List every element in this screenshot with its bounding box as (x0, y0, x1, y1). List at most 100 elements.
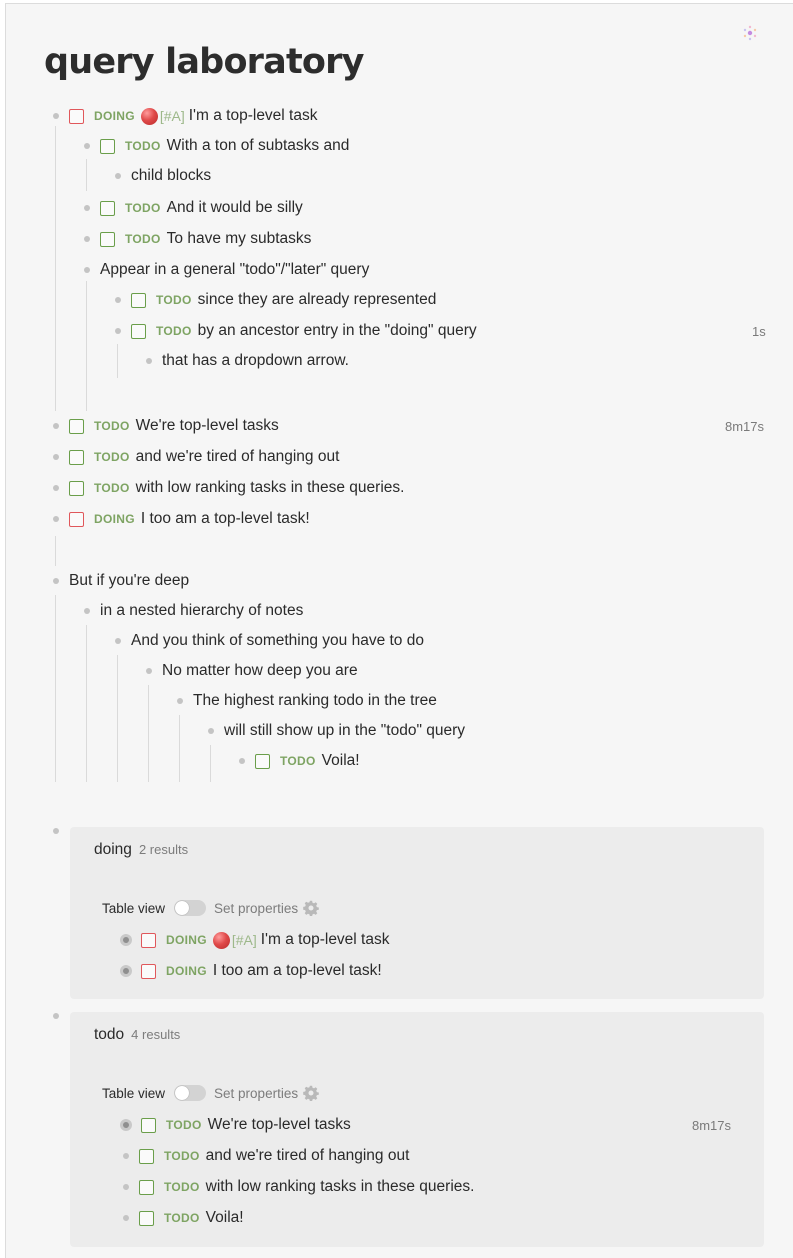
block-bullet[interactable] (115, 297, 121, 303)
block-text[interactable]: The highest ranking todo in the tree (193, 692, 437, 710)
block-bullet[interactable] (53, 423, 59, 429)
todo-marker[interactable]: TODO (94, 481, 130, 495)
block-bullet[interactable] (53, 578, 59, 584)
query-result-item[interactable]: DOING I too am a top-level task! (120, 960, 382, 982)
block-bullet[interactable] (123, 1153, 129, 1159)
block-todo[interactable]: TODO since they are already represented (115, 289, 436, 311)
time-tracking[interactable]: 1s (752, 324, 766, 339)
todo-marker[interactable]: TODO (156, 293, 192, 307)
block[interactable]: in a nested hierarchy of notes (84, 600, 303, 622)
time-tracking[interactable]: 8m17s (692, 1118, 731, 1133)
doing-marker[interactable]: DOING (166, 933, 207, 947)
block-todo[interactable]: TODO and we're tired of hanging out (53, 446, 339, 468)
set-properties-button[interactable]: Set properties (214, 901, 298, 916)
block-text[interactable]: I'm a top-level task (261, 931, 390, 949)
query-result-item[interactable]: TODO with low ranking tasks in these que… (123, 1176, 474, 1198)
gear-icon[interactable] (303, 1085, 319, 1101)
block-bullet[interactable] (53, 516, 59, 522)
block-text[interactable]: and we're tired of hanging out (206, 1147, 410, 1165)
block-todo[interactable]: TODO With a ton of subtasks and (84, 135, 349, 157)
todo-marker[interactable]: TODO (164, 1180, 200, 1194)
query-result-item[interactable]: TODO We're top-level tasks (120, 1114, 351, 1136)
query-result-item[interactable]: TODO and we're tired of hanging out (123, 1145, 409, 1167)
todo-marker[interactable]: TODO (280, 754, 316, 768)
todo-checkbox[interactable] (139, 1148, 154, 1164)
sync-indicator-icon[interactable] (742, 25, 758, 41)
query-title[interactable]: doing 2 results (94, 841, 188, 859)
block-todo[interactable]: TODO We're top-level tasks (53, 415, 279, 437)
query-title-text[interactable]: doing (94, 841, 132, 858)
block-todo[interactable]: TODO To have my subtasks (84, 228, 311, 250)
collapsed-bullet[interactable] (120, 934, 132, 946)
todo-marker[interactable]: TODO (125, 232, 161, 246)
query-result-item[interactable]: DOING [#A] I'm a top-level task (120, 929, 389, 951)
block-todo[interactable]: TODO by an ancestor entry in the "doing"… (115, 320, 477, 342)
table-view-toggle[interactable] (174, 1085, 207, 1101)
block-doing[interactable]: DOING I too am a top-level task! (53, 508, 310, 530)
block-bullet[interactable] (146, 668, 152, 674)
block-todo[interactable]: TODO Voila! (239, 750, 360, 772)
block-text[interactable]: Voila! (206, 1209, 244, 1227)
block-text[interactable]: I too am a top-level task! (213, 962, 382, 980)
todo-checkbox[interactable] (100, 138, 115, 154)
block-bullet[interactable] (123, 1215, 129, 1221)
query-title-text[interactable]: todo (94, 1026, 124, 1043)
block-bullet[interactable] (115, 638, 121, 644)
doing-checkbox[interactable] (141, 932, 156, 948)
block-text[interactable]: that has a dropdown arrow. (162, 352, 349, 370)
block-text[interactable]: child blocks (131, 167, 211, 185)
block-text[interactable]: since they are already represented (198, 291, 437, 309)
set-properties-button[interactable]: Set properties (214, 1086, 298, 1101)
priority-tag[interactable]: [#A] (160, 108, 185, 124)
block-bullet[interactable] (115, 328, 121, 334)
block-text[interactable]: and we're tired of hanging out (136, 448, 340, 466)
todo-marker[interactable]: TODO (125, 139, 161, 153)
todo-checkbox[interactable] (139, 1179, 154, 1195)
block[interactable]: And you think of something you have to d… (115, 630, 424, 652)
todo-checkbox[interactable] (131, 292, 146, 308)
collapsed-bullet[interactable] (120, 965, 132, 977)
block-text[interactable]: To have my subtasks (167, 230, 312, 248)
block[interactable]: No matter how deep you are (146, 660, 358, 682)
block-text[interactable]: with low ranking tasks in these queries. (136, 479, 405, 497)
block-text[interactable]: will still show up in the "todo" query (224, 722, 465, 740)
block-bullet[interactable] (146, 358, 152, 364)
block-text[interactable]: With a ton of subtasks and (167, 137, 350, 155)
table-view-toggle[interactable] (174, 900, 207, 916)
block[interactable]: that has a dropdown arrow. (146, 350, 349, 372)
doing-marker[interactable]: DOING (94, 512, 135, 526)
block[interactable]: will still show up in the "todo" query (208, 720, 465, 742)
block-bullet[interactable] (53, 485, 59, 491)
block-todo[interactable]: TODO And it would be silly (84, 197, 303, 219)
block-bullet[interactable] (239, 758, 245, 764)
todo-marker[interactable]: TODO (94, 450, 130, 464)
todo-marker[interactable]: TODO (164, 1211, 200, 1225)
doing-checkbox[interactable] (141, 963, 156, 979)
todo-marker[interactable]: TODO (166, 1118, 202, 1132)
block-text[interactable]: And it would be silly (167, 199, 303, 217)
block-doing-top-level-task[interactable]: DOING [#A] I'm a top-level task (53, 105, 317, 127)
block-todo[interactable]: TODO with low ranking tasks in these que… (53, 477, 404, 499)
query-title[interactable]: todo 4 results (94, 1026, 180, 1044)
todo-marker[interactable]: TODO (94, 419, 130, 433)
time-tracking[interactable]: 8m17s (725, 419, 764, 434)
block-text[interactable]: by an ancestor entry in the "doing" quer… (198, 322, 477, 340)
block-text[interactable]: I too am a top-level task! (141, 510, 310, 528)
block-text[interactable]: Voila! (322, 752, 360, 770)
block-text[interactable]: Appear in a general "todo"/"later" query (100, 261, 369, 279)
todo-marker[interactable]: TODO (125, 201, 161, 215)
block-text[interactable]: And you think of something you have to d… (131, 632, 424, 650)
query-block-bullet[interactable] (53, 828, 59, 834)
todo-checkbox[interactable] (139, 1210, 154, 1226)
doing-checkbox[interactable] (69, 511, 84, 527)
block-text[interactable]: I'm a top-level task (189, 107, 318, 125)
block[interactable]: Appear in a general "todo"/"later" query (84, 259, 369, 281)
todo-checkbox[interactable] (141, 1117, 156, 1133)
block-text[interactable]: No matter how deep you are (162, 662, 358, 680)
priority-tag[interactable]: [#A] (232, 932, 257, 948)
block-bullet[interactable] (84, 143, 90, 149)
todo-marker[interactable]: TODO (164, 1149, 200, 1163)
doing-marker[interactable]: DOING (94, 109, 135, 123)
gear-icon[interactable] (303, 900, 319, 916)
doing-checkbox[interactable] (69, 108, 84, 124)
